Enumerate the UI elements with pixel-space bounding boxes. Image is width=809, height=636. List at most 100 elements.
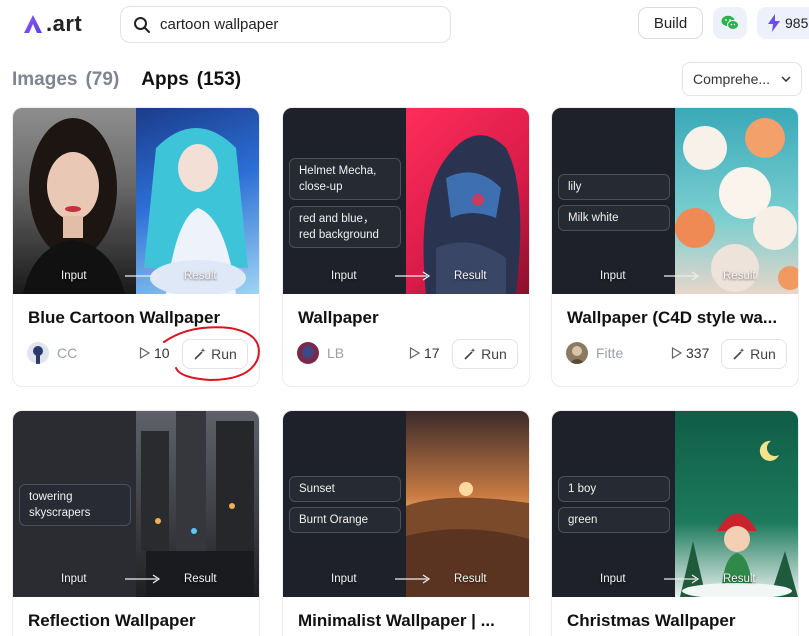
tab-apps-label: Apps: [141, 69, 189, 90]
result-label: Result: [454, 573, 487, 585]
credits-button[interactable]: 985: [757, 7, 809, 39]
avatar[interactable]: [566, 342, 588, 364]
input-panel: [283, 108, 407, 294]
prompt-chip: green: [558, 507, 670, 533]
input-label: Input: [600, 270, 626, 282]
logo-text: .art: [46, 11, 83, 36]
magic-wand-icon: [733, 348, 745, 360]
input-photo: [13, 108, 136, 294]
tab-apps[interactable]: Apps (153): [141, 69, 241, 91]
arrow-right-icon: [125, 574, 161, 584]
prompt-chip: lily: [558, 174, 670, 200]
run-button[interactable]: Run: [182, 339, 248, 369]
run-count-value: 17: [424, 345, 440, 361]
result-photo: [406, 411, 529, 597]
app-card[interactable]: Helmet Mecha, close-up red and blue，red …: [282, 107, 530, 387]
result-photo: [406, 108, 529, 294]
input-panel: [552, 411, 676, 597]
result-label: Result: [723, 573, 756, 585]
app-card[interactable]: Input Result Blue Cartoon Wallpaper CC 1…: [12, 107, 260, 387]
result-photo: [136, 108, 259, 294]
app-card[interactable]: Sunset Burnt Orange Input Result Minimal…: [282, 410, 530, 636]
result-label: Result: [184, 270, 217, 282]
card-title[interactable]: Wallpaper: [298, 308, 520, 328]
run-count-value: 337: [686, 345, 710, 361]
author-name[interactable]: LB: [327, 345, 344, 361]
card-footer: Fitte 337 Run: [566, 339, 788, 369]
arrow-right-icon: [664, 271, 700, 281]
run-button-label: Run: [750, 346, 776, 362]
card-preview: towering skyscrapers Input Result: [13, 411, 259, 597]
card-title[interactable]: Reflection Wallpaper: [28, 611, 250, 631]
lightning-icon: [768, 14, 780, 32]
sort-value: Comprehe...: [693, 71, 771, 87]
result-photo: [675, 108, 798, 294]
input-label: Input: [61, 573, 87, 585]
run-count: 10: [139, 345, 170, 361]
prompt-chip: Helmet Mecha, close-up: [289, 158, 401, 200]
top-bar: .art Build 985: [0, 0, 809, 52]
run-button[interactable]: Run: [721, 339, 787, 369]
input-label: Input: [331, 573, 357, 585]
tab-apps-count: (153): [196, 69, 242, 90]
result-label: Result: [184, 573, 217, 585]
app-card[interactable]: lily Milk white Input Result Wallpaper (…: [551, 107, 799, 387]
card-title[interactable]: Blue Cartoon Wallpaper: [28, 308, 250, 328]
run-button-label: Run: [481, 346, 507, 362]
avatar[interactable]: [27, 342, 49, 364]
wechat-button[interactable]: [713, 7, 747, 39]
app-card[interactable]: 1 boy green Input Result Christmas Wallp…: [551, 410, 799, 636]
run-button[interactable]: Run: [452, 339, 518, 369]
author-name[interactable]: Fitte: [596, 345, 623, 361]
arrow-right-icon: [664, 574, 700, 584]
tab-images[interactable]: Images (79): [12, 69, 119, 91]
search-box[interactable]: [120, 6, 451, 43]
input-panel: [283, 411, 407, 597]
run-count-value: 10: [154, 345, 170, 361]
input-label: Input: [331, 270, 357, 282]
chevron-down-icon: [781, 76, 791, 82]
app-card[interactable]: towering skyscrapers Input Result Reflec…: [12, 410, 260, 636]
arrow-right-icon: [395, 574, 431, 584]
avatar[interactable]: [297, 342, 319, 364]
card-preview: 1 boy green Input Result: [552, 411, 798, 597]
card-title[interactable]: Minimalist Wallpaper | ...: [298, 611, 520, 631]
card-footer: CC 10 Run: [27, 339, 249, 369]
arrow-right-icon: [125, 271, 161, 281]
input-label: Input: [600, 573, 626, 585]
prompt-chip: Sunset: [289, 476, 401, 502]
magic-wand-icon: [464, 348, 476, 360]
prompt-chip: towering skyscrapers: [19, 484, 131, 526]
search-icon: [134, 16, 150, 33]
wechat-icon: [721, 15, 739, 30]
input-panel: [552, 108, 676, 294]
prompt-chip: Milk white: [558, 205, 670, 231]
arrow-right-icon: [395, 271, 431, 281]
card-preview: Sunset Burnt Orange Input Result: [283, 411, 529, 597]
input-label: Input: [61, 270, 87, 282]
card-preview: Input Result: [13, 108, 259, 294]
result-tabs: Images (79) Apps (153): [12, 66, 241, 94]
play-icon: [139, 347, 150, 359]
prompt-chip: red and blue，red background: [289, 206, 401, 248]
author-name[interactable]: CC: [57, 345, 77, 361]
credits-count: 985: [785, 15, 809, 31]
logo-mark-icon: [24, 15, 42, 33]
play-icon: [409, 347, 420, 359]
tab-images-count: (79): [85, 69, 120, 90]
play-icon: [671, 347, 682, 359]
card-preview: lily Milk white Input Result: [552, 108, 798, 294]
card-footer: LB 17 Run: [297, 339, 519, 369]
logo[interactable]: .art: [22, 10, 82, 38]
tab-images-label: Images: [12, 69, 78, 90]
prompt-chip: 1 boy: [558, 476, 670, 502]
search-input[interactable]: [160, 16, 430, 33]
result-label: Result: [454, 270, 487, 282]
result-photo: [136, 411, 259, 597]
build-button[interactable]: Build: [638, 7, 703, 39]
sort-select[interactable]: Comprehe...: [682, 62, 802, 96]
run-button-label: Run: [211, 346, 237, 362]
card-title[interactable]: Christmas Wallpaper: [567, 611, 789, 631]
card-title[interactable]: Wallpaper (C4D style wa...: [567, 308, 789, 328]
run-count: 17: [409, 345, 440, 361]
